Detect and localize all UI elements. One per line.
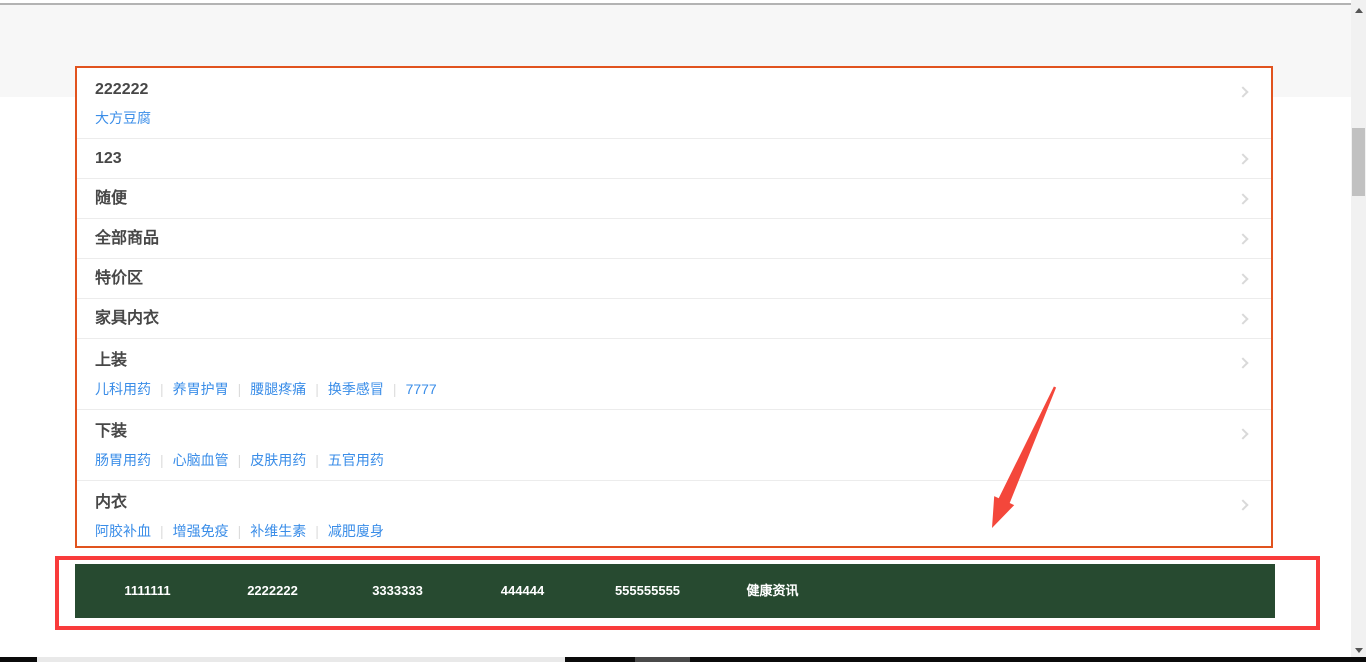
footer-nav-item[interactable]: 健康资讯 <box>710 564 835 618</box>
link-separator: | <box>160 381 164 397</box>
category-sublink[interactable]: 增强免疫 <box>173 523 229 539</box>
taskbar-edge <box>0 657 1366 662</box>
footer-nav-bar: 1111111 2222222 3333333 444444 555555555… <box>75 564 1275 618</box>
footer-nav-item[interactable]: 2222222 <box>210 564 335 618</box>
category-sublink[interactable]: 心脑血管 <box>173 452 229 468</box>
scroll-up-icon[interactable] <box>1355 8 1363 13</box>
footer-nav-item[interactable]: 1111111 <box>85 564 210 618</box>
chevron-right-icon[interactable] <box>1237 273 1248 284</box>
category-sublink[interactable]: 补维生素 <box>250 523 306 539</box>
footer-nav: 1111111 2222222 3333333 444444 555555555… <box>75 564 1275 618</box>
browser-scrollbar[interactable] <box>1351 0 1366 662</box>
category-title[interactable]: 内衣 <box>95 492 1253 514</box>
category-title[interactable]: 特价区 <box>95 268 143 290</box>
chevron-right-icon[interactable] <box>1237 153 1248 164</box>
category-sublink[interactable]: 儿科用药 <box>95 381 151 397</box>
category-sublinks: 儿科用药 | 养胃护胃 | 腰腿疼痛 | 换季感冒 | 7777 <box>95 379 1253 399</box>
taskbar-segment <box>635 657 690 662</box>
footer-nav-item[interactable]: 555555555 <box>585 564 710 618</box>
category-row[interactable]: 上装 儿科用药 | 养胃护胃 | 腰腿疼痛 | 换季感冒 | 7777 <box>77 339 1271 410</box>
category-sublink[interactable]: 阿胶补血 <box>95 523 151 539</box>
category-list: 222222 大方豆腐 123 随便 全部商品 特价区 家具内衣 上装 儿科用药… <box>77 68 1271 551</box>
link-separator: | <box>315 523 319 539</box>
scroll-down-icon[interactable] <box>1355 648 1363 653</box>
category-sublink[interactable]: 腰腿疼痛 <box>250 381 306 397</box>
category-row[interactable]: 123 <box>77 139 1271 179</box>
link-separator: | <box>160 452 164 468</box>
category-row[interactable]: 内衣 阿胶补血 | 增强免疫 | 补维生素 | 减肥廋身 <box>77 481 1271 551</box>
link-separator: | <box>238 381 242 397</box>
category-sublink[interactable]: 肠胃用药 <box>95 452 151 468</box>
category-sublink[interactable]: 大方豆腐 <box>95 110 151 126</box>
footer-nav-item[interactable]: 3333333 <box>335 564 460 618</box>
category-title[interactable]: 上装 <box>95 350 1253 372</box>
category-title[interactable]: 家具内衣 <box>95 308 159 330</box>
category-row[interactable]: 家具内衣 <box>77 299 1271 339</box>
category-title[interactable]: 123 <box>95 148 122 170</box>
category-row[interactable]: 下装 肠胃用药 | 心脑血管 | 皮肤用药 | 五官用药 <box>77 410 1271 481</box>
category-sublink[interactable]: 五官用药 <box>328 452 384 468</box>
chevron-right-icon[interactable] <box>1237 233 1248 244</box>
category-title[interactable]: 222222 <box>95 79 1253 101</box>
category-row[interactable]: 222222 大方豆腐 <box>77 68 1271 139</box>
taskbar-search-edge <box>37 657 565 662</box>
category-sublink[interactable]: 7777 <box>406 381 437 397</box>
footer-nav-item[interactable]: 444444 <box>460 564 585 618</box>
chevron-right-icon[interactable] <box>1237 313 1248 324</box>
link-separator: | <box>393 381 397 397</box>
category-sublinks: 大方豆腐 <box>95 108 1253 128</box>
scrollbar-thumb[interactable] <box>1352 128 1365 196</box>
category-row[interactable]: 全部商品 <box>77 219 1271 259</box>
category-sublink[interactable]: 养胃护胃 <box>173 381 229 397</box>
category-sublink[interactable]: 皮肤用药 <box>250 452 306 468</box>
category-title[interactable]: 全部商品 <box>95 228 159 250</box>
category-sublink[interactable]: 减肥廋身 <box>328 523 384 539</box>
link-separator: | <box>238 452 242 468</box>
category-title[interactable]: 下装 <box>95 421 1253 443</box>
category-row[interactable]: 特价区 <box>77 259 1271 299</box>
link-separator: | <box>160 523 164 539</box>
chevron-right-icon[interactable] <box>1237 193 1248 204</box>
link-separator: | <box>315 381 319 397</box>
category-title[interactable]: 随便 <box>95 188 127 210</box>
category-panel: 222222 大方豆腐 123 随便 全部商品 特价区 家具内衣 上装 儿科用药… <box>75 66 1273 548</box>
category-sublinks: 肠胃用药 | 心脑血管 | 皮肤用药 | 五官用药 <box>95 450 1253 470</box>
link-separator: | <box>238 523 242 539</box>
category-sublinks: 阿胶补血 | 增强免疫 | 补维生素 | 减肥廋身 <box>95 521 1253 541</box>
category-row[interactable]: 随便 <box>77 179 1271 219</box>
category-sublink[interactable]: 换季感冒 <box>328 381 384 397</box>
link-separator: | <box>315 452 319 468</box>
